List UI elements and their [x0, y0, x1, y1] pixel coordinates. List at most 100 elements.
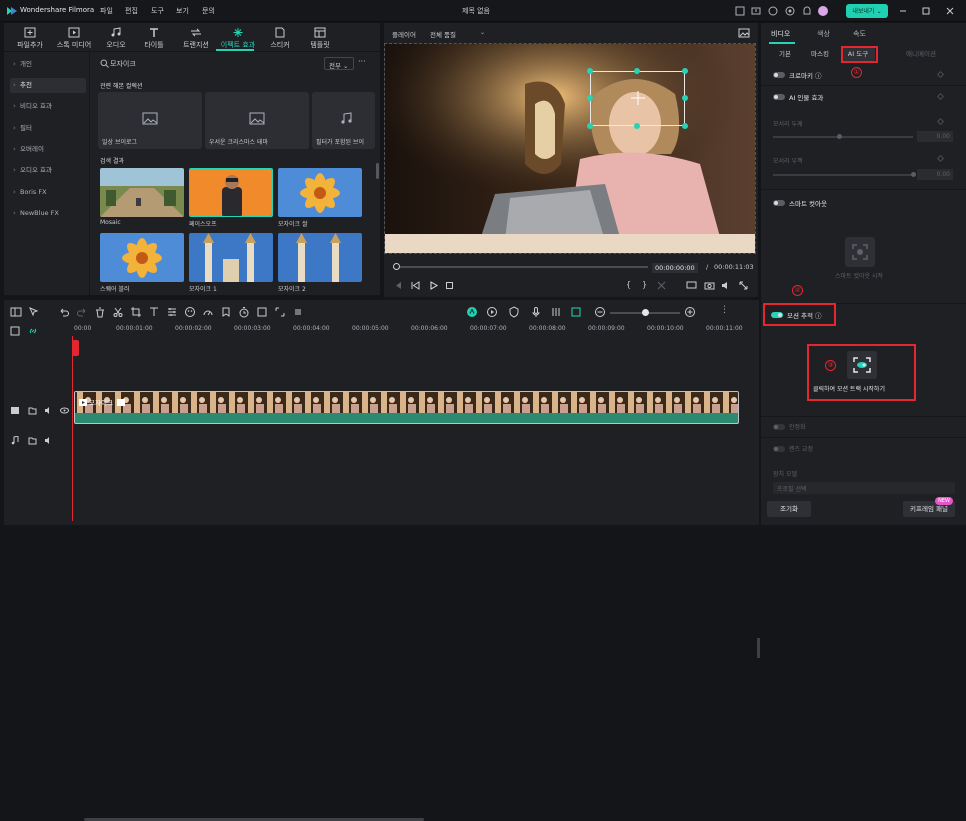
related-card[interactable]: 일상 브이로그 — [98, 92, 202, 149]
effect-thumbnail-mosaic-2[interactable] — [278, 233, 362, 282]
tracking-handle[interactable] — [682, 95, 688, 101]
smart-cutout-start-button[interactable] — [845, 237, 875, 267]
volume-icon[interactable] — [721, 280, 732, 291]
timer-icon[interactable] — [238, 306, 250, 318]
tracking-handle[interactable] — [682, 68, 688, 74]
split-icon[interactable] — [656, 280, 667, 291]
display-icon[interactable] — [686, 280, 697, 291]
eye-icon[interactable] — [60, 406, 69, 415]
timeline-ruler[interactable]: 00:00 00:00:01:00 00:00:02:00 00:00:03:0… — [74, 322, 756, 336]
camera-icon[interactable] — [704, 280, 715, 291]
ai-icon[interactable] — [466, 306, 478, 318]
cloud-icon[interactable] — [767, 5, 779, 17]
related-card[interactable]: 우서운 크리스마스 테마 — [205, 92, 309, 149]
sidebar-item-filters[interactable]: 필터 — [10, 121, 86, 136]
expand-icon[interactable] — [274, 306, 286, 318]
speed-icon[interactable] — [202, 306, 214, 318]
maximize-icon[interactable] — [920, 5, 932, 17]
stop-icon[interactable] — [444, 280, 455, 291]
menu-tools[interactable]: 도구 — [151, 6, 164, 16]
more-tools-icon[interactable] — [292, 306, 304, 318]
microphone-icon[interactable] — [530, 306, 542, 318]
filter-dropdown[interactable]: 전부 ⌄ — [324, 57, 354, 70]
tab-video[interactable]: 비디오 — [771, 29, 790, 39]
effect-thumbnail-mosaic-flower[interactable] — [278, 168, 362, 217]
edge-feather-value[interactable]: 0.00 — [917, 169, 953, 180]
effect-thumbnail-mosaic-1[interactable] — [189, 233, 273, 282]
menu-file[interactable]: 파일 — [100, 6, 113, 16]
sidebar-item-video-effects[interactable]: 비디오 효과 — [10, 99, 86, 114]
playhead-handle[interactable] — [72, 340, 79, 356]
zoom-slider-knob[interactable] — [642, 309, 649, 316]
device-model-select[interactable]: 프로필 선택 — [773, 482, 955, 494]
motion-tracking-toggle[interactable] — [771, 312, 783, 318]
speaker-icon[interactable] — [44, 436, 53, 445]
export-button[interactable]: 내보내기 ⌄ — [846, 4, 888, 18]
color-icon[interactable] — [184, 306, 196, 318]
effect-thumbnail-mosaic[interactable] — [100, 168, 184, 217]
add-track-icon[interactable] — [10, 326, 20, 336]
notification-icon[interactable] — [801, 5, 813, 17]
video-preview[interactable] — [384, 43, 756, 254]
lens-correction-toggle[interactable] — [773, 446, 785, 452]
sidebar-item-overlays[interactable]: 오버레이 — [10, 142, 86, 157]
keyframe-icon[interactable] — [936, 154, 945, 163]
snap-icon[interactable] — [570, 306, 582, 318]
menu-help[interactable]: 문의 — [202, 6, 215, 16]
keyframe-icon[interactable] — [936, 92, 945, 101]
fullscreen-icon[interactable] — [738, 280, 749, 291]
tracking-handle[interactable] — [682, 123, 688, 129]
effects-scrollbar[interactable] — [376, 163, 379, 179]
avatar[interactable] — [818, 6, 828, 16]
motion-tracking-start-button[interactable] — [847, 351, 877, 379]
stabilization-toggle[interactable] — [773, 424, 785, 430]
support-icon[interactable] — [784, 5, 796, 17]
sidebar-item-newblue-fx[interactable]: NewBlue FX — [10, 206, 86, 221]
tracking-handle[interactable] — [634, 68, 640, 74]
render-icon[interactable] — [486, 306, 498, 318]
related-card[interactable]: 필터가 포함된 브이 — [312, 92, 375, 149]
seek-handle[interactable] — [393, 263, 400, 270]
marker-icon[interactable] — [220, 306, 232, 318]
save-icon[interactable] — [734, 5, 746, 17]
chroma-key-toggle[interactable] — [773, 72, 785, 78]
folder-icon[interactable] — [28, 436, 37, 445]
effect-thumbnail-square-blur[interactable] — [100, 233, 184, 282]
menu-edit[interactable]: 편집 — [125, 6, 138, 16]
tab-color[interactable]: 색상 — [817, 29, 830, 39]
slider-knob[interactable] — [911, 172, 916, 177]
snapshot-icon[interactable] — [738, 27, 750, 38]
sidebar-item-boris-fx[interactable]: Boris FX — [10, 185, 86, 200]
timeline-more-icon[interactable]: ⋮ — [720, 305, 729, 315]
mark-in-icon[interactable]: { — [626, 280, 631, 289]
sidebar-item-audio-effects[interactable]: 오디오 효과 — [10, 163, 86, 178]
edge-feather-slider[interactable] — [773, 174, 913, 176]
tracking-handle[interactable] — [634, 123, 640, 129]
text-icon[interactable] — [148, 306, 160, 318]
timeline-vertical-scrollbar[interactable] — [757, 638, 760, 658]
tab-templates[interactable]: 템플릿 — [298, 23, 342, 51]
effect-thumbnail-faceoff[interactable] — [189, 168, 273, 217]
keyframe-icon[interactable] — [936, 70, 945, 79]
download-icon[interactable] — [750, 5, 762, 17]
tab-titles[interactable]: 타이틀 — [132, 23, 176, 51]
step-back-icon[interactable] — [410, 280, 421, 291]
sidebar-item-personal[interactable]: 개인 — [10, 57, 86, 72]
tracking-handle[interactable] — [587, 95, 593, 101]
tracking-handle[interactable] — [587, 68, 593, 74]
speaker-icon[interactable] — [44, 406, 53, 415]
adjust-icon[interactable] — [166, 306, 178, 318]
link-icon[interactable] — [28, 326, 38, 336]
tab-stickers[interactable]: 스티커 — [258, 23, 302, 51]
redo-icon[interactable] — [76, 306, 88, 318]
zoom-in-icon[interactable] — [684, 306, 696, 318]
close-icon[interactable] — [944, 5, 956, 17]
play-icon[interactable] — [428, 280, 439, 291]
tab-speed[interactable]: 속도 — [853, 29, 866, 39]
folder-icon[interactable] — [28, 406, 37, 415]
fit-icon[interactable] — [256, 306, 268, 318]
subtab-masking[interactable]: 마스킹 — [803, 47, 837, 61]
mark-out-icon[interactable]: } — [642, 280, 647, 289]
subtab-animation[interactable]: 애니메이션 — [901, 47, 941, 61]
edge-thickness-value[interactable]: 0.00 — [917, 131, 953, 142]
